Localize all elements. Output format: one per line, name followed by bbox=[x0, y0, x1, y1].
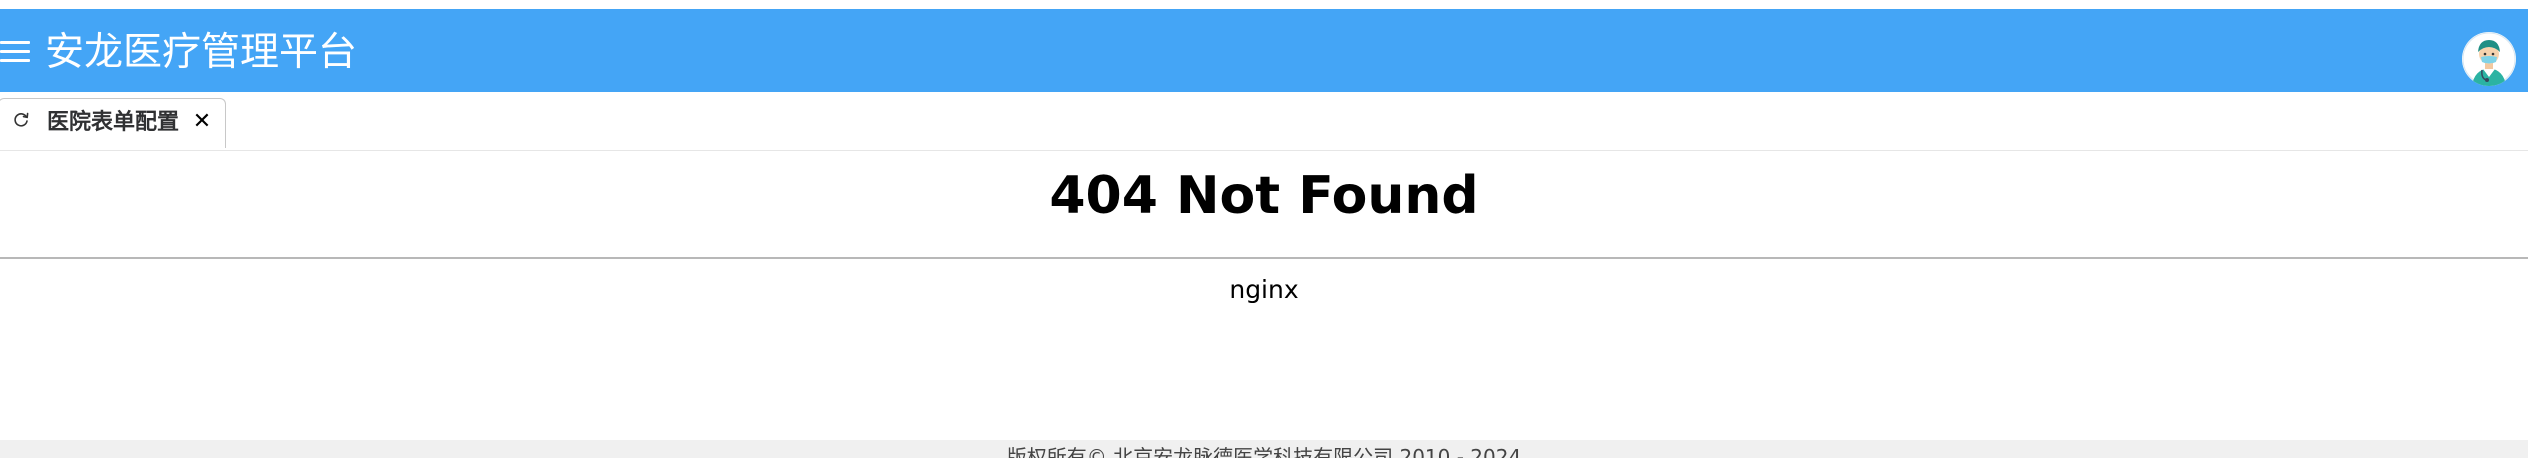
footer: 版权所有© 北京安龙脉德医学科技有限公司 2010 - 2024 bbox=[0, 440, 2528, 458]
app-title: 安龙医疗管理平台 bbox=[45, 30, 358, 75]
hamburger-menu-icon[interactable] bbox=[0, 41, 30, 63]
doctor-avatar-icon[interactable] bbox=[2462, 32, 2516, 86]
copyright-text: 版权所有© 北京安龙脉德医学科技有限公司 2010 - 2024 bbox=[1006, 445, 1522, 458]
server-name: nginx bbox=[1229, 275, 1299, 304]
error-title: 404 Not Found bbox=[1049, 166, 1479, 226]
app-header: 安龙医疗管理平台 bbox=[0, 9, 2528, 92]
refresh-icon[interactable] bbox=[12, 111, 30, 129]
close-icon[interactable]: ✕ bbox=[191, 109, 213, 135]
main-content: 404 Not Found nginx bbox=[0, 151, 2528, 440]
tab-bar: 医院表单配置 ✕ bbox=[0, 92, 2528, 151]
browser-top-strip bbox=[0, 0, 2528, 9]
tab-label: 医院表单配置 bbox=[47, 110, 180, 135]
horizontal-rule bbox=[0, 257, 2528, 259]
tab-hospital-form-config[interactable]: 医院表单配置 ✕ bbox=[0, 98, 226, 148]
